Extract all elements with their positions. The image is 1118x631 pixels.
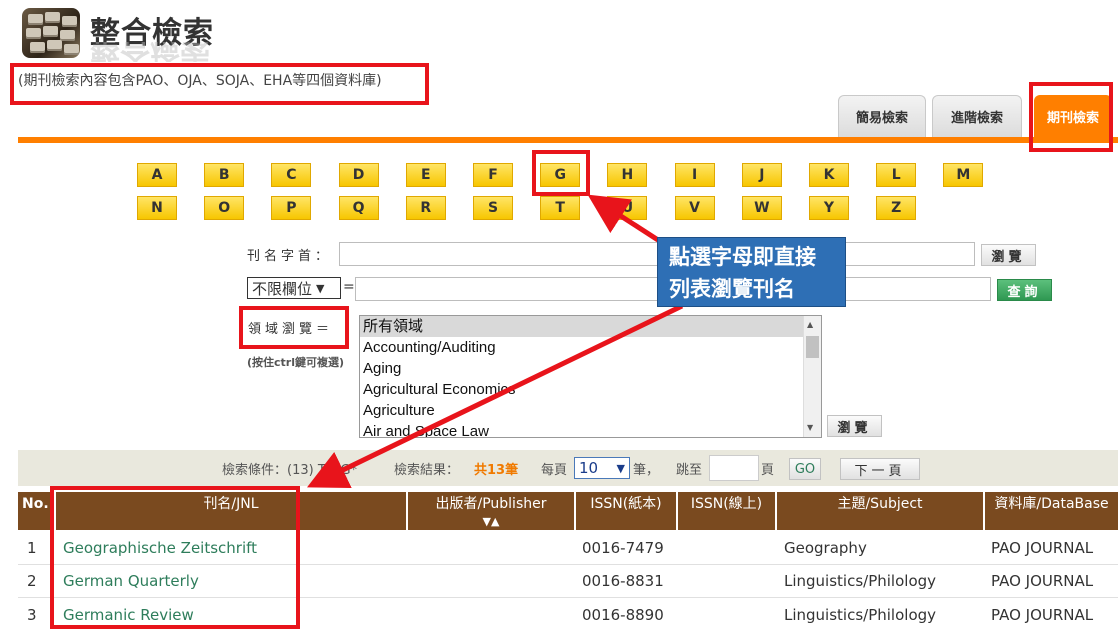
arrow-to-results <box>306 303 684 488</box>
arrow-overlay <box>306 194 684 488</box>
arrow-to-letter <box>587 194 660 243</box>
callout-line-2: 列表瀏覽刊名 <box>669 277 795 301</box>
annotation-callout: 點選字母即直接 列表瀏覽刊名 <box>657 237 846 307</box>
callout-line-1: 點選字母即直接 <box>669 245 816 269</box>
